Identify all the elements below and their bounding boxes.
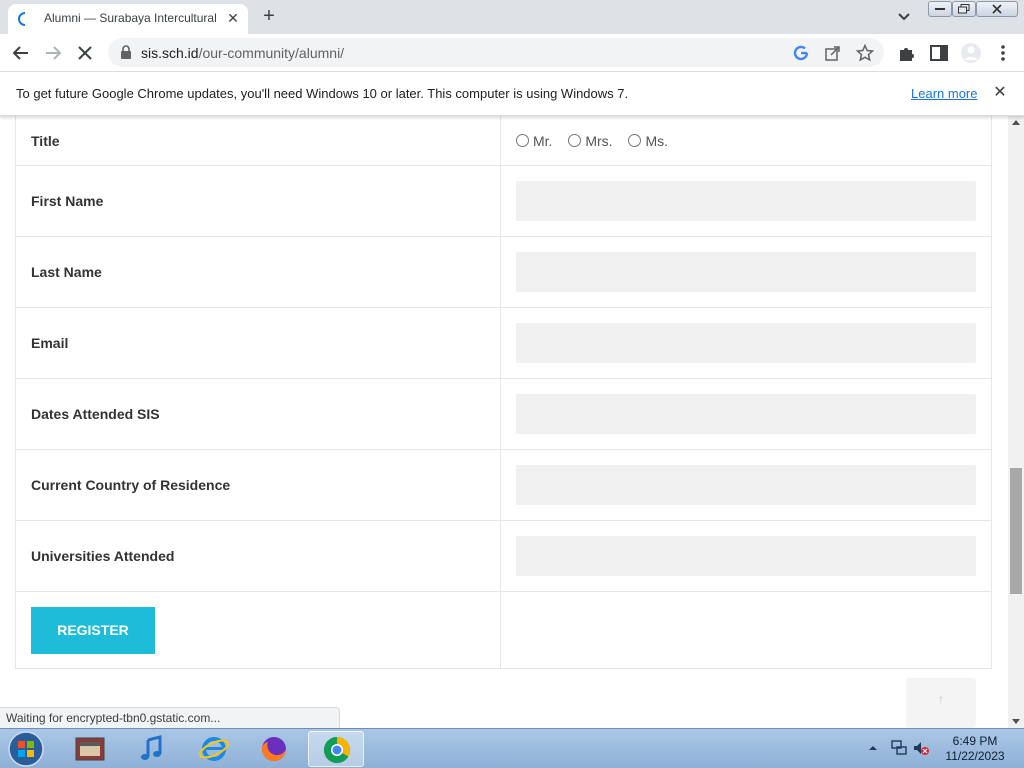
firefox-icon xyxy=(261,737,286,761)
loading-status-bubble: Waiting for encrypted-tbn0.gstatic.com..… xyxy=(0,707,340,728)
internet-explorer-icon xyxy=(199,737,229,761)
chrome-menu-kebab-icon[interactable] xyxy=(992,42,1014,64)
share-icon[interactable] xyxy=(824,44,842,62)
lock-icon[interactable] xyxy=(120,45,132,59)
radio-circle-icon[interactable] xyxy=(628,134,642,147)
side-panel-icon[interactable] xyxy=(928,42,950,64)
first-name-input[interactable] xyxy=(516,181,976,221)
form-row-dates-attended: Dates Attended SIS xyxy=(15,378,992,450)
forward-arrow-icon[interactable] xyxy=(42,42,64,64)
taskbar-firefox[interactable] xyxy=(246,731,302,767)
alumni-registration-form: Title Mr. Mrs. Ms. First Name Last Name … xyxy=(15,116,992,669)
universities-input[interactable] xyxy=(516,536,976,576)
last-name-label: Last Name xyxy=(15,236,501,308)
universities-label: Universities Attended xyxy=(15,520,501,592)
taskbar-internet-explorer[interactable] xyxy=(186,731,242,767)
form-row-first-name: First Name xyxy=(15,165,992,237)
taskbar-chrome[interactable] xyxy=(308,731,364,767)
form-row-submit: REGISTER xyxy=(15,591,992,669)
loading-spinner-icon xyxy=(18,12,26,26)
register-button[interactable]: REGISTER xyxy=(31,606,155,654)
title-radio-mr[interactable]: Mr. xyxy=(516,133,552,149)
browser-toolbar: sis.sch.id/our-community/alumni/ xyxy=(0,34,1024,71)
radio-circle-icon[interactable] xyxy=(568,134,582,147)
first-name-label: First Name xyxy=(15,165,501,237)
infobar-message: To get future Google Chrome updates, you… xyxy=(16,86,629,101)
email-label: Email xyxy=(15,307,501,379)
windows-start-orb-icon[interactable] xyxy=(6,730,46,768)
title-radio-group: Mr. Mrs. Ms. xyxy=(516,133,976,149)
window-restore-button[interactable] xyxy=(952,1,976,17)
clock-time: 6:49 PM xyxy=(952,734,998,748)
tab-search-chevron-down-icon[interactable] xyxy=(894,8,914,26)
scroll-down-arrow-icon[interactable] xyxy=(1012,719,1020,724)
show-hidden-icons-chevron-up-icon[interactable] xyxy=(868,743,878,753)
infobar-close-icon[interactable]: ✕ xyxy=(991,84,1009,102)
google-translate-icon[interactable] xyxy=(792,44,810,62)
email-input[interactable] xyxy=(516,323,976,363)
taskbar-clock[interactable]: 6:49 PM 11/22/2023 xyxy=(940,734,1010,764)
form-row-universities: Universities Attended xyxy=(15,520,992,592)
scrollbar-thumb[interactable] xyxy=(1010,468,1022,594)
volume-muted-icon[interactable] xyxy=(912,739,930,757)
chrome-icon xyxy=(323,736,351,764)
dates-attended-label: Dates Attended SIS xyxy=(15,378,501,450)
stop-loading-icon[interactable] xyxy=(74,42,96,64)
title-radio-ms[interactable]: Ms. xyxy=(628,133,668,149)
learn-more-link[interactable]: Learn more xyxy=(911,86,977,101)
chrome-update-infobar: To get future Google Chrome updates, you… xyxy=(0,71,1024,116)
dates-attended-input[interactable] xyxy=(516,394,976,434)
taskbar-itunes[interactable] xyxy=(124,731,180,767)
last-name-input[interactable] xyxy=(516,252,976,292)
title-field-cell: Mr. Mrs. Ms. xyxy=(500,116,992,166)
country-input[interactable] xyxy=(516,465,976,505)
extensions-puzzle-icon[interactable] xyxy=(896,42,918,64)
windows-taskbar: 6:49 PM 11/22/2023 xyxy=(0,728,1024,768)
title-radio-mrs[interactable]: Mrs. xyxy=(568,133,613,149)
address-bar[interactable]: sis.sch.id/our-community/alumni/ xyxy=(108,38,884,67)
network-icon[interactable] xyxy=(890,739,908,757)
form-row-last-name: Last Name xyxy=(15,236,992,308)
system-tray xyxy=(866,735,929,763)
page-viewport: Title Mr. Mrs. Ms. First Name Last Name … xyxy=(0,116,1008,728)
taskbar-media-center[interactable] xyxy=(62,731,118,767)
window-minimize-button[interactable] xyxy=(928,1,952,17)
submit-cell: REGISTER xyxy=(15,591,501,669)
scroll-up-arrow-icon[interactable] xyxy=(1012,120,1020,125)
itunes-icon xyxy=(141,735,162,760)
form-row-country: Current Country of Residence xyxy=(15,449,992,521)
tab-title: Alumni — Surabaya Intercultural xyxy=(44,11,217,25)
new-tab-button[interactable]: + xyxy=(258,6,280,28)
form-row-email: Email xyxy=(15,307,992,379)
form-row-title: Title Mr. Mrs. Ms. xyxy=(15,116,992,166)
window-close-button[interactable] xyxy=(976,1,1018,17)
tab-alumni[interactable]: Alumni — Surabaya Intercultural ✕ xyxy=(8,4,248,34)
country-label: Current Country of Residence xyxy=(15,449,501,521)
tab-strip: Alumni — Surabaya Intercultural ✕ + xyxy=(0,0,1024,34)
tab-close-icon[interactable]: ✕ xyxy=(224,9,242,27)
back-arrow-icon[interactable] xyxy=(10,42,32,64)
radio-circle-icon[interactable] xyxy=(516,134,529,147)
media-center-icon xyxy=(75,737,105,761)
url-text[interactable]: sis.sch.id/our-community/alumni/ xyxy=(141,45,344,61)
back-to-top-button[interactable]: ↑ xyxy=(906,678,976,728)
profile-avatar-icon[interactable] xyxy=(960,42,982,64)
empty-cell xyxy=(500,591,992,669)
page-scrollbar[interactable] xyxy=(1008,116,1024,728)
bookmark-star-icon[interactable] xyxy=(856,44,874,62)
clock-date: 11/22/2023 xyxy=(945,749,1005,763)
title-label: Title xyxy=(15,116,501,166)
